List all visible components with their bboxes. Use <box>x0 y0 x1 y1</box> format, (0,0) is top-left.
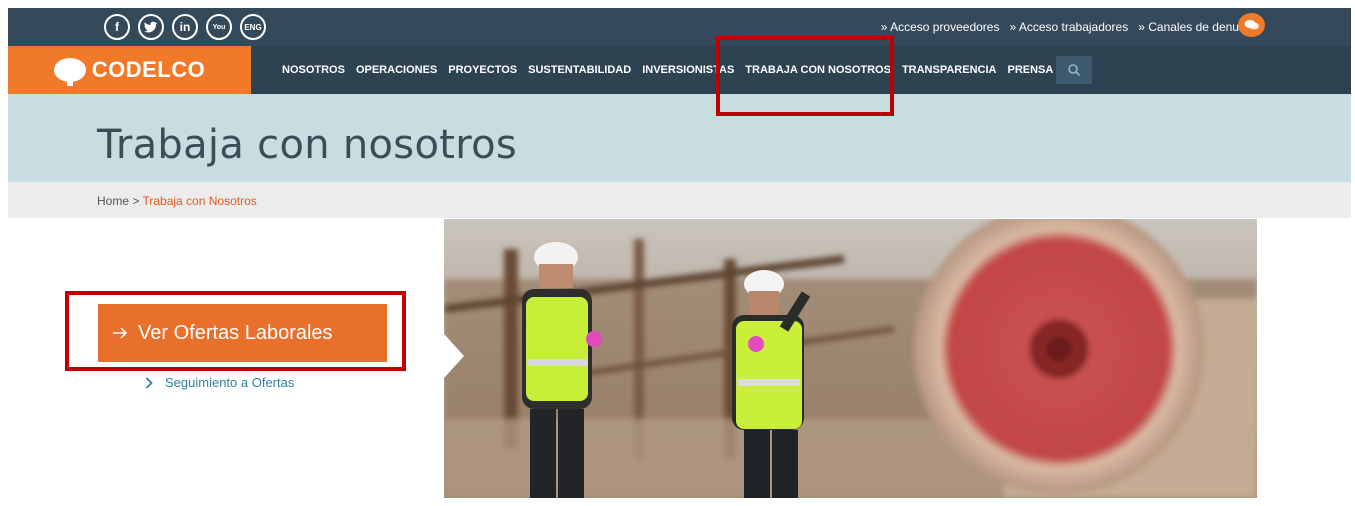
search-icon <box>1068 64 1081 77</box>
search-button[interactable] <box>1056 56 1092 84</box>
top-bar: f in You ENG » Acceso proveedores » Acce… <box>8 8 1351 46</box>
breadcrumb-home[interactable]: Home <box>97 194 129 208</box>
logo-mark-icon <box>53 58 86 86</box>
photo-notch <box>444 334 464 378</box>
codelco-logo[interactable]: CODELCO <box>8 46 251 94</box>
page-header: Trabaja con nosotros <box>8 94 1351 182</box>
twitter-bird-icon <box>144 21 157 33</box>
linkedin-icon[interactable]: in <box>172 14 198 40</box>
hero-photo <box>444 219 1257 498</box>
breadcrumb-separator: > <box>129 194 143 208</box>
top-links: » Acceso proveedores » Acceso trabajador… <box>881 20 1261 34</box>
logo-text: CODELCO <box>91 57 206 82</box>
highlight-ofertas-button <box>65 291 406 371</box>
seguimiento-label: Seguimiento a Ofertas <box>165 375 295 390</box>
breadcrumb: Home > Trabaja con Nosotros <box>8 182 1351 218</box>
speech-bubble-icon <box>1244 20 1259 30</box>
social-links: f in You ENG <box>104 14 266 40</box>
nav-item-transparencia[interactable]: TRANSPARENCIA <box>902 64 997 76</box>
nav-menu: NOSOTROS OPERACIONES PROYECTOS SUSTENTAB… <box>282 64 1053 76</box>
chevron-right-icon <box>145 376 153 389</box>
mining-workers-photo <box>444 219 1257 498</box>
nav-item-nosotros[interactable]: NOSOTROS <box>282 64 345 76</box>
breadcrumb-current: Trabaja con Nosotros <box>142 194 257 208</box>
chat-icon[interactable] <box>1238 13 1265 37</box>
nav-item-operaciones[interactable]: OPERACIONES <box>356 64 437 76</box>
page: f in You ENG » Acceso proveedores » Acce… <box>0 0 1355 506</box>
youtube-icon[interactable]: You <box>206 14 232 40</box>
acceso-trabajadores-link[interactable]: » Acceso trabajadores <box>1009 20 1128 34</box>
nav-item-prensa[interactable]: PRENSA <box>1007 64 1053 76</box>
nav-item-sustentabilidad[interactable]: SUSTENTABILIDAD <box>528 64 631 76</box>
nav-item-proyectos[interactable]: PROYECTOS <box>448 64 517 76</box>
main-navbar: CODELCO NOSOTROS OPERACIONES PROYECTOS S… <box>8 46 1351 94</box>
acceso-proveedores-link[interactable]: » Acceso proveedores <box>881 20 1000 34</box>
facebook-icon[interactable]: f <box>104 14 130 40</box>
seguimiento-link[interactable]: Seguimiento a Ofertas <box>145 375 294 390</box>
page-title: Trabaja con nosotros <box>97 122 517 168</box>
twitter-icon[interactable] <box>138 14 164 40</box>
language-switch[interactable]: ENG <box>240 14 266 40</box>
highlight-trabaja-nav <box>716 36 894 116</box>
